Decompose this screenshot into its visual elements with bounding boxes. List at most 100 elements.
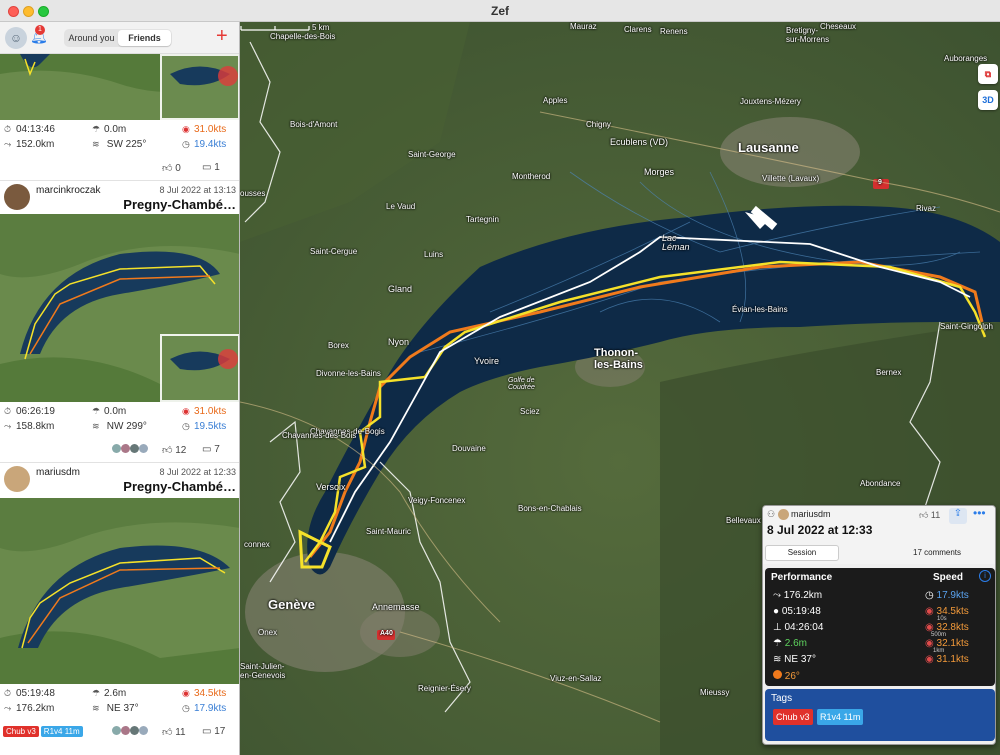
- map-label-bernex: Bernex: [876, 368, 902, 377]
- wind-icon: ≋: [92, 703, 100, 713]
- map-label-evian: Évian-les-Bains: [732, 305, 788, 314]
- session-stats: ⏱ 06:26:19 ⤳ 158.8km ☂ 0.0m ≋ NW 299° ◉ 31.0…: [0, 402, 239, 438]
- participant-avatars[interactable]: [112, 726, 148, 738]
- avatar[interactable]: [778, 509, 789, 520]
- map-label-jouxtens: Jouxtens-Mézery: [740, 97, 801, 106]
- comment-button[interactable]: ▭ 17: [202, 726, 225, 737]
- map-label-auboranges: Auboranges: [944, 54, 988, 63]
- tag-chip[interactable]: R1v4 11m: [817, 709, 864, 725]
- speed-1km-icon: ◉: [925, 654, 934, 665]
- thumbs-up-icon: 👍︎: [162, 163, 173, 174]
- max-speed-icon: ◉: [182, 688, 190, 698]
- profile-avatar[interactable]: ☺: [5, 27, 27, 49]
- session-header[interactable]: marcinkroczak 8 Jul 2022 at 13:13 Pregny…: [0, 180, 239, 214]
- distance-icon: ⤳: [4, 139, 12, 149]
- map-label-tartegnin: Tartegnin: [466, 215, 499, 224]
- plus-icon[interactable]: +: [216, 26, 228, 46]
- username[interactable]: marcinkroczak: [36, 185, 100, 196]
- username[interactable]: mariusdm: [36, 467, 80, 478]
- map-label-chapelle: Chapelle-des-Bois: [270, 32, 336, 41]
- detail-tabs: Session 17 comments: [763, 544, 995, 564]
- wind-value: SW 225°: [106, 139, 147, 150]
- altitude-icon: ☂: [92, 688, 101, 698]
- altitude-icon: ☂: [92, 406, 101, 416]
- map-label-bons: Bons-en-Chablais: [518, 504, 582, 513]
- session-map-thumbnail[interactable]: [0, 214, 239, 402]
- layers-icon[interactable]: ⧉: [978, 64, 998, 84]
- altitude-icon: ☂: [773, 638, 782, 649]
- scale-label: 5 km: [312, 23, 330, 32]
- performance-panel: Performance Speed i ⤳ 176.2km ● 05:19:48…: [765, 568, 995, 686]
- info-icon[interactable]: i: [979, 570, 991, 582]
- share-icon[interactable]: ⇪: [949, 508, 967, 524]
- map-label-montherod: Montherod: [512, 172, 551, 181]
- more-icon[interactable]: •••: [973, 506, 986, 520]
- map-label-chigny: Chigny: [586, 120, 611, 129]
- like-button[interactable]: 👍︎ 11: [919, 510, 940, 521]
- avg-speed-icon: ◷: [182, 139, 190, 149]
- tab-around-you[interactable]: Around you: [65, 30, 118, 46]
- tags-panel: Tags Chub v3 R1v4 11m: [765, 689, 995, 741]
- tab-friends[interactable]: Friends: [118, 30, 171, 46]
- detail-altitude: 2.6m: [784, 638, 807, 649]
- tab-session[interactable]: Session: [765, 545, 839, 561]
- like-button[interactable]: 👍︎ 11: [162, 726, 186, 738]
- comment-count: 1: [214, 162, 220, 173]
- map-label-thonon: Thonon- les-Bains: [594, 347, 643, 371]
- session-map-thumbnail[interactable]: [0, 498, 239, 684]
- detail-header: ⚇ mariusdm 👍︎ 11 ⇪ ••• 8 Jul 2022 at 12:…: [763, 506, 995, 564]
- avg-speed-value: 17.9kts: [194, 703, 227, 714]
- tag-chip[interactable]: Chub v3: [773, 709, 813, 725]
- avg-speed-value: 19.5kts: [194, 421, 227, 432]
- tag-chip[interactable]: R1v4 11m: [40, 726, 83, 737]
- distance-icon: ⤳: [4, 703, 12, 713]
- map-label-chavannes-bois: Chavannes-des-Bois: [282, 431, 357, 440]
- distance-value: 158.8km: [16, 421, 55, 432]
- wind-value: NE 37°: [106, 703, 139, 714]
- altitude-value: 2.6m: [104, 688, 127, 699]
- session-actions: 👍︎ 0 ▭ 1: [0, 158, 239, 178]
- 3d-button[interactable]: 3D: [978, 90, 998, 110]
- map-label-saint-cergue: Saint-Cergue: [310, 247, 358, 256]
- comment-button[interactable]: ▭ 7: [202, 444, 220, 455]
- comment-count: 7: [214, 444, 220, 455]
- wind-value: NW 299°: [106, 421, 147, 432]
- detail-distance: 176.2km: [783, 590, 823, 601]
- clock-icon: ●: [773, 606, 780, 617]
- avatar[interactable]: [4, 184, 30, 210]
- tab-comments[interactable]: 17 comments: [913, 548, 961, 557]
- like-button[interactable]: 👍︎ 0: [162, 162, 181, 174]
- map-label-gland: Gland: [388, 284, 413, 294]
- comment-button[interactable]: ▭ 1: [202, 162, 220, 173]
- max-speed-value: 31.0kts: [194, 124, 227, 135]
- detail-avg-speed: 17.9kts: [936, 590, 969, 601]
- distance-value: 152.0km: [16, 139, 55, 150]
- map-label-saint-george: Saint-George: [408, 150, 456, 159]
- comment-icon: ▭: [202, 444, 212, 455]
- map-label-luins: Luins: [424, 250, 444, 259]
- tag-chip[interactable]: Chub v3: [3, 726, 39, 737]
- binoculars-icon[interactable]: ⚇: [767, 509, 775, 520]
- detail-username[interactable]: mariusdm: [791, 509, 831, 519]
- title-bar: Zef: [0, 0, 1000, 22]
- duration-value: 06:26:19: [16, 406, 55, 417]
- participant-avatars[interactable]: [112, 444, 148, 456]
- session-header[interactable]: mariusdm 8 Jul 2022 at 12:33 Pregny-Cham…: [0, 462, 239, 496]
- avatar[interactable]: [4, 466, 30, 492]
- detail-temperature: 26°: [784, 671, 800, 682]
- like-count: 11: [930, 510, 941, 520]
- map-label-smauric: Saint-Mauric: [366, 527, 411, 536]
- tags-title: Tags: [771, 693, 793, 704]
- map-label-lausanne: Lausanne: [738, 140, 799, 155]
- map-label-bois-damont: Bois-d'Amont: [290, 120, 338, 129]
- session-date: 8 Jul 2022 at 13:13: [159, 185, 236, 195]
- session-map-thumbnail[interactable]: [0, 54, 239, 120]
- max-speed-icon: ◉: [925, 606, 934, 617]
- map-label-le-vaud: Le Vaud: [386, 202, 416, 211]
- map-label-divonne: Divonne-les-Bains: [316, 369, 381, 378]
- avg-speed-icon: ◷: [182, 421, 190, 431]
- like-button[interactable]: 👍︎ 12: [162, 444, 186, 456]
- session-location: Pregny-Chambé…: [123, 197, 236, 212]
- map-label-yvoire: Yvoire: [474, 356, 500, 366]
- map-label-ousses: ousses: [240, 189, 266, 198]
